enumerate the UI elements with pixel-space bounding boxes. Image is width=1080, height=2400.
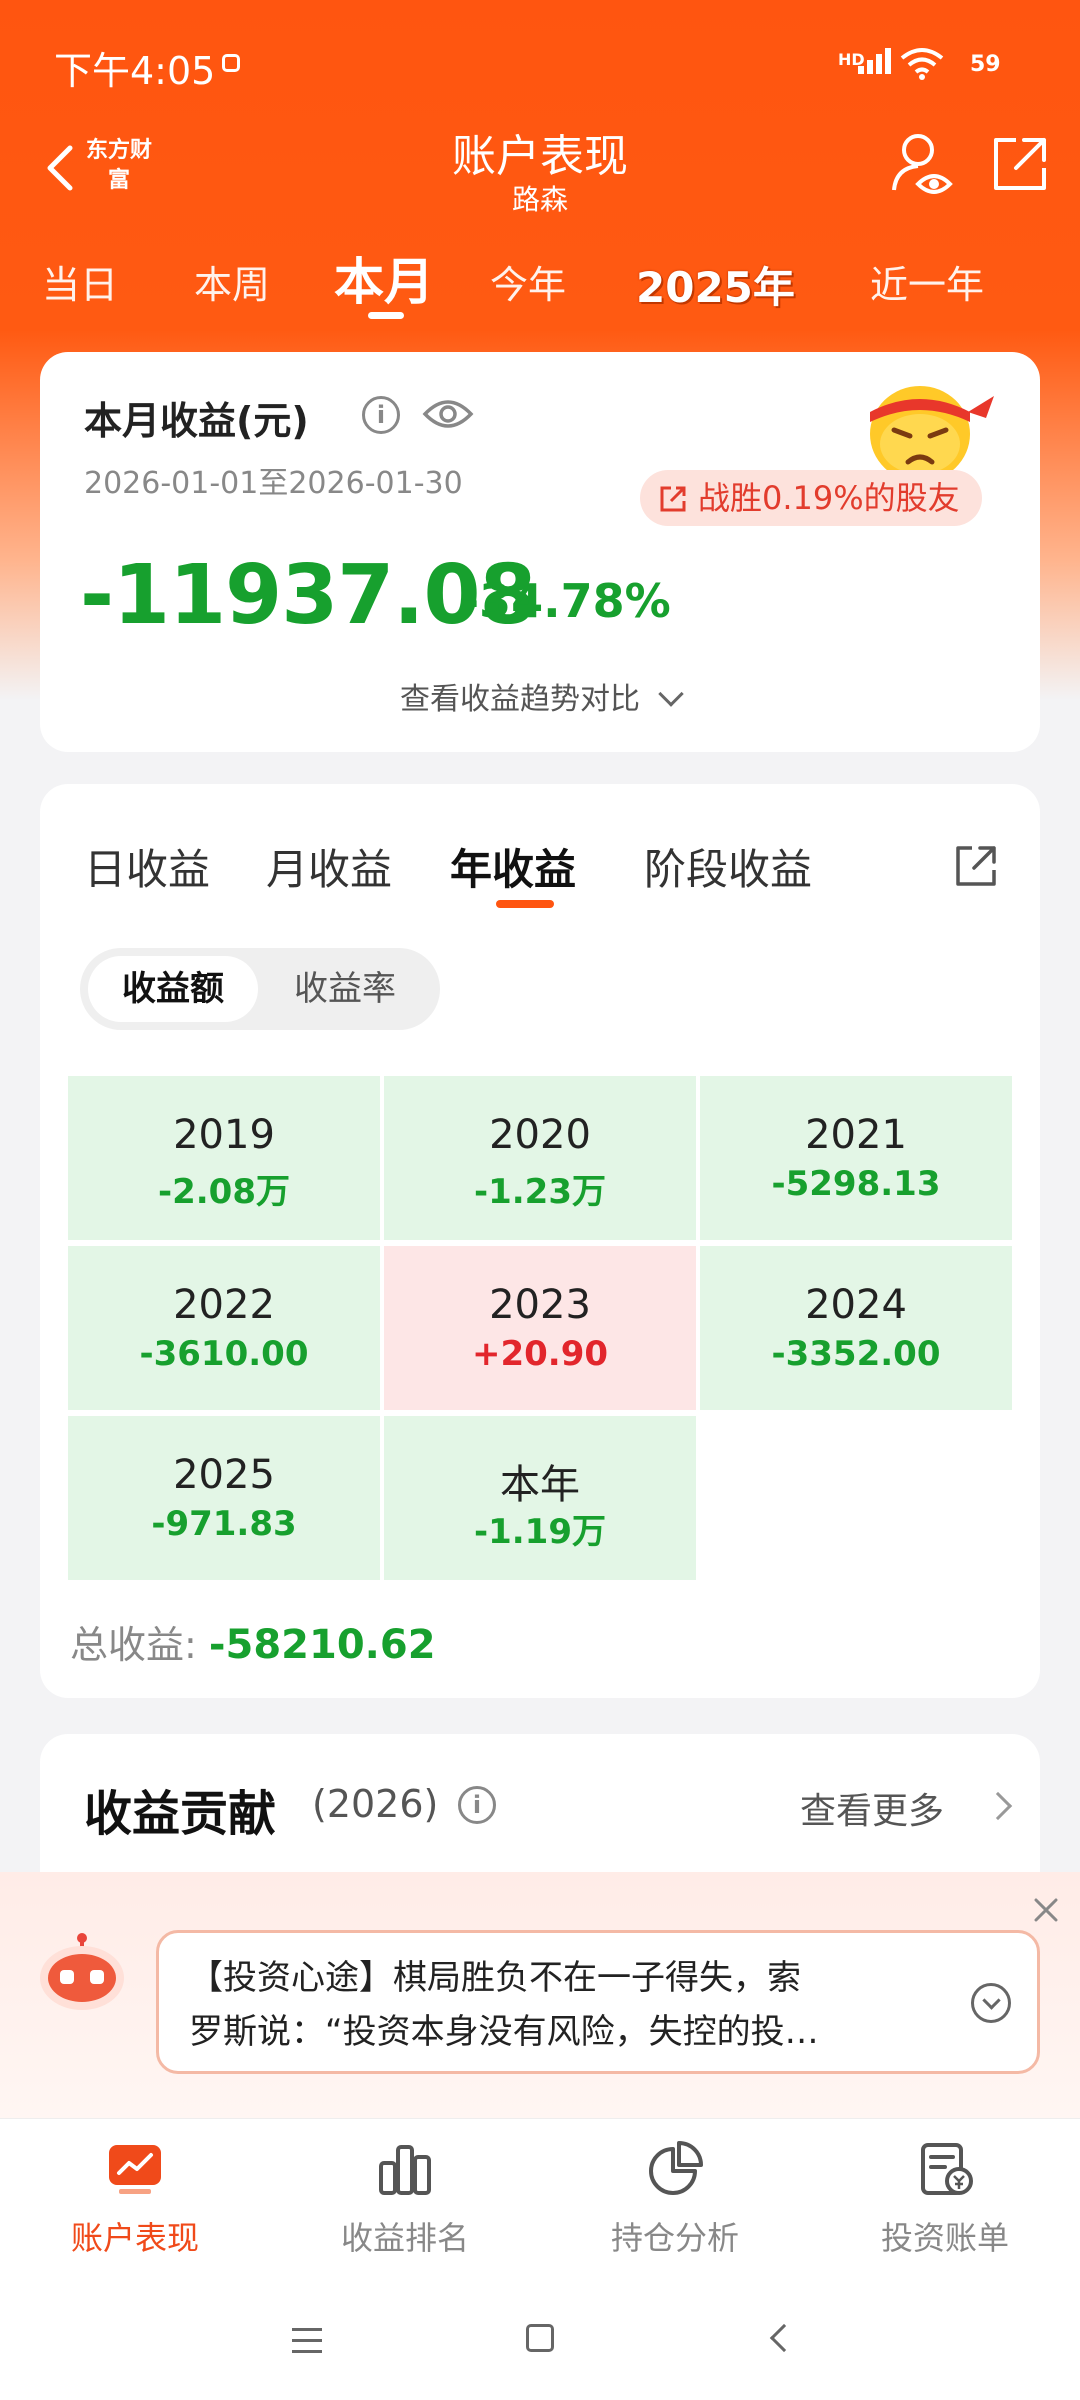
year-cell[interactable]: 2024 -3352.00 [700, 1246, 1012, 1410]
insight-text: 【投资心途】棋局胜负不在一子得失，索 罗斯说：“投资本身没有风险，失控的投… [189, 1951, 929, 2059]
tab-this-year[interactable]: 今年 [490, 254, 566, 309]
insight-banner: 【投资心途】棋局胜负不在一子得失，索 罗斯说：“投资本身没有风险，失控的投… [0, 1872, 1080, 2118]
beat-percentage-badge[interactable]: 战胜0.19%的股友 [640, 470, 982, 526]
insight-bubble[interactable]: 【投资心途】棋局胜负不在一子得失，索 罗斯说：“投资本身没有风险，失控的投… [156, 1930, 1040, 2074]
year-value: -1.19万 [474, 1512, 606, 1552]
monthly-profit-percent: -34.78% [460, 574, 671, 628]
year-cell[interactable]: 2021 -5298.13 [700, 1076, 1012, 1240]
total-value: -58210.62 [208, 1622, 436, 1668]
total-label: 总收益: [70, 1623, 197, 1667]
year-label: 2022 [173, 1282, 275, 1328]
monthly-summary-card: 本月收益(元) i 2026-01-01至2026-01-30 战胜0.19%的… [40, 352, 1040, 752]
year-label: 本年 [500, 1462, 580, 1508]
tab-this-week[interactable]: 本周 [194, 254, 270, 309]
nav-account-performance[interactable]: 账户表现 [0, 2139, 270, 2259]
system-navigation-bar [0, 2282, 1080, 2400]
beat-text: 战胜0.19%的股友 [698, 479, 960, 517]
view-more-link[interactable]: 查看更多 [800, 1782, 944, 1834]
system-back-icon[interactable] [769, 2323, 799, 2353]
signal-icon [858, 48, 894, 74]
total-earnings: 总收益: -58210.62 [70, 1614, 436, 1669]
robot-assistant-icon [40, 1933, 124, 2010]
tab-today[interactable]: 当日 [42, 254, 118, 309]
year-value: -971.83 [151, 1504, 297, 1544]
year-value: +20.90 [471, 1334, 609, 1374]
chevron-down-icon [658, 681, 684, 707]
earnings-card: 日收益 月收益 年收益 阶段收益 收益额 收益率 2019 -2.08万 202… [40, 784, 1040, 1698]
tab-last-year[interactable]: 近一年 [870, 254, 984, 309]
info-icon[interactable]: i [458, 1786, 496, 1824]
tab-this-month[interactable]: 本月 [334, 242, 434, 314]
account-chart-icon [109, 2145, 161, 2194]
year-label: 2019 [173, 1112, 275, 1158]
year-cell[interactable]: 2020 -1.23万 [384, 1076, 696, 1240]
year-value: -3610.00 [139, 1334, 309, 1374]
user-view-icon[interactable] [890, 130, 954, 200]
home-icon[interactable] [526, 2324, 554, 2352]
pie-chart-icon [649, 2141, 703, 2195]
nav-label: 收益排名 [340, 2219, 469, 2257]
app-header: 东方财富 账户表现 路森 [0, 120, 1080, 230]
year-value: -1.23万 [474, 1172, 606, 1212]
year-label: 2020 [489, 1112, 591, 1158]
tab-period-earnings[interactable]: 阶段收益 [644, 836, 812, 897]
tab-daily-earnings[interactable]: 日收益 [84, 836, 210, 897]
status-bar: 下午4:05 HD 59 [0, 0, 1080, 120]
nav-earnings-ranking[interactable]: 收益排名 [270, 2139, 540, 2259]
year-cell[interactable]: 2022 -3610.00 [68, 1246, 380, 1410]
nav-investment-bill[interactable]: 投资账单 [810, 2139, 1080, 2259]
nav-label: 持仓分析 [610, 2219, 739, 2257]
summary-label: 本月收益(元) [84, 399, 309, 443]
nav-holdings-analysis[interactable]: 持仓分析 [540, 2139, 810, 2259]
year-label: 2023 [489, 1282, 591, 1328]
tab-2025[interactable]: 2025年 [636, 254, 795, 315]
recent-apps-icon[interactable] [292, 2328, 322, 2361]
insight-line-2: 罗斯说：“投资本身没有风险，失控的投… [189, 2012, 819, 2052]
active-period-indicator [368, 312, 404, 319]
toggle-rate[interactable]: 收益率 [258, 956, 432, 1022]
wifi-icon [900, 48, 944, 80]
year-value: -5298.13 [771, 1164, 941, 1204]
status-time: 下午4:05 [54, 49, 216, 93]
tab-monthly-earnings[interactable]: 月收益 [266, 836, 392, 897]
bottom-navigation: 账户表现 收益排名 持仓分析 投资账单 [0, 2118, 1080, 2282]
ranking-icon [379, 2145, 431, 2195]
year-cell[interactable]: 2023 +20.90 [384, 1246, 696, 1410]
expand-icon[interactable] [971, 1983, 1011, 2023]
eye-icon[interactable] [422, 396, 474, 432]
metric-toggle: 收益额 收益率 [80, 948, 440, 1030]
close-icon[interactable] [1030, 1894, 1062, 1926]
active-earnings-tab-indicator [496, 900, 554, 908]
nav-label: 账户表现 [70, 2219, 199, 2257]
trend-link-label: 查看收益趋势对比 [400, 682, 640, 717]
date-range: 2026-01-01至2026-01-30 [84, 466, 463, 501]
period-tabs: 当日 本周 本月 今年 2025年 近一年 [0, 240, 1080, 320]
chevron-right-icon [983, 1791, 1013, 1821]
year-label: 2024 [805, 1282, 907, 1328]
contribution-title: 收益贡献 [84, 1786, 277, 1842]
share-icon[interactable] [990, 134, 1050, 194]
battery-level: 59 [970, 52, 1001, 77]
year-value: -3352.00 [771, 1334, 941, 1374]
share-icon[interactable] [952, 842, 1000, 890]
notification-icon [222, 54, 240, 72]
contribution-year: (2026) [312, 1782, 439, 1826]
year-label: 2025 [173, 1452, 275, 1498]
trend-compare-link[interactable]: 查看收益趋势对比 [40, 674, 1040, 718]
tab-yearly-earnings[interactable]: 年收益 [450, 836, 576, 897]
insight-line-1: 【投资心途】棋局胜负不在一子得失，索 [189, 1958, 801, 1998]
year-value: -2.08万 [158, 1172, 290, 1212]
year-cell[interactable]: 2025 -971.83 [68, 1416, 380, 1580]
info-icon[interactable]: i [362, 396, 400, 434]
year-label: 2021 [805, 1112, 907, 1158]
bill-icon [921, 2143, 973, 2195]
nav-label: 投资账单 [880, 2219, 1009, 2257]
share-small-icon [660, 486, 686, 512]
year-cell[interactable]: 本年 -1.19万 [384, 1416, 696, 1580]
year-cell[interactable]: 2019 -2.08万 [68, 1076, 380, 1240]
toggle-amount[interactable]: 收益额 [88, 956, 258, 1022]
